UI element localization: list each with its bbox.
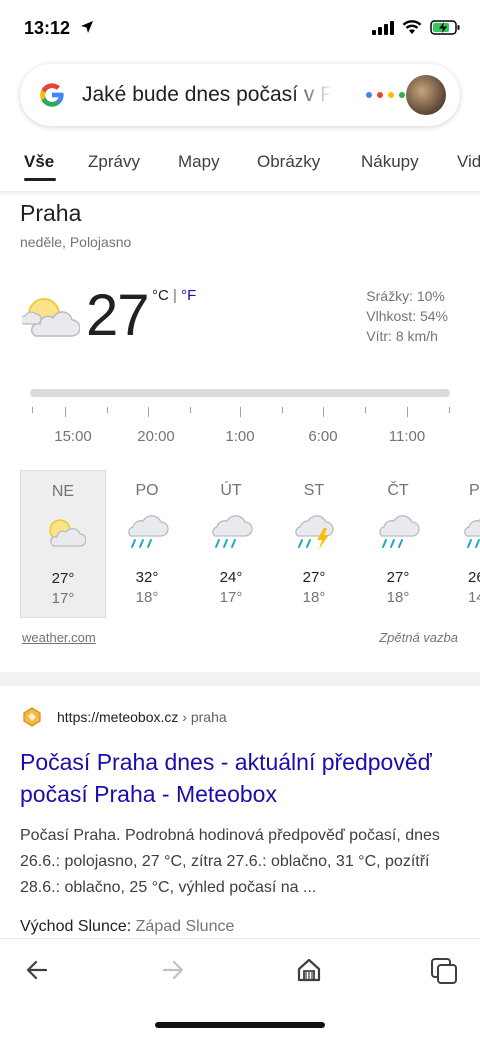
day-name: PÁ: [469, 482, 480, 499]
timeline-tick: [407, 407, 408, 417]
hour-label: 6:00: [308, 428, 338, 445]
thunderstorm-icon: [292, 514, 336, 555]
hour-label: 11:00: [388, 428, 426, 445]
tabs-divider: [0, 191, 480, 196]
battery-charging-icon: [430, 20, 460, 40]
rain-cloud-icon: [209, 514, 253, 555]
day-high: 32°: [135, 569, 159, 586]
location-arrow-icon: [80, 20, 94, 39]
day-low: 17°: [51, 590, 75, 607]
search-box[interactable]: Jaké bude dnes počasí v Praze: [20, 64, 460, 126]
day-high: 26°: [468, 569, 480, 586]
timeline-tick: [365, 407, 366, 413]
timeline-tick: [65, 407, 66, 417]
status-bar: 13:12: [0, 0, 480, 58]
status-icons: [372, 20, 460, 40]
day-name: ST: [303, 482, 325, 499]
result-title-link[interactable]: Počasí Praha dnes - aktuální předpověď p…: [20, 746, 460, 810]
unit-toggle: °C | °F: [152, 287, 196, 304]
result-breadcrumb: › praha: [178, 709, 227, 725]
day-low: 18°: [386, 589, 410, 606]
search-query[interactable]: Jaké bude dnes počasí v Praze: [82, 83, 332, 107]
timeline-tick: [323, 407, 324, 417]
hour-label: 1:00: [225, 428, 255, 445]
active-tab-indicator: [24, 178, 56, 181]
current-temperature: 27: [86, 283, 150, 348]
day-high: 27°: [386, 569, 410, 586]
meteobox-favicon-icon: [22, 707, 42, 732]
tab-news[interactable]: Zprávy: [88, 152, 140, 172]
google-logo-icon[interactable]: [38, 81, 66, 114]
hourly-scrollbar[interactable]: [30, 389, 450, 397]
hour-label: 15:00: [54, 428, 92, 445]
rain-cloud-icon: [461, 514, 480, 555]
section-separator: [0, 672, 480, 686]
assistant-dots-icon[interactable]: [366, 92, 405, 98]
timeline-tick: [148, 407, 149, 417]
rain-cloud-icon: [125, 514, 169, 555]
feedback-link[interactable]: Zpětná vazba: [379, 630, 458, 645]
hour-label: 20:00: [137, 428, 175, 445]
signal-icon: [372, 20, 394, 40]
search-tabs: Vše Zprávy Mapy Obrázky Nákupy Videa: [0, 150, 480, 190]
day-name: NE: [51, 483, 75, 500]
home-icon[interactable]: [296, 957, 322, 988]
unit-celsius[interactable]: °C: [152, 287, 169, 304]
humidity: Vlhkost: 54%: [366, 308, 448, 324]
day-low: 14°: [468, 589, 480, 606]
partly-cloudy-icon: [19, 294, 81, 343]
weather-condition: neděle, Polojasno: [20, 234, 132, 250]
profile-avatar[interactable]: [406, 75, 446, 115]
tab-maps[interactable]: Mapy: [178, 152, 220, 172]
timeline-tick: [240, 407, 241, 417]
timeline-tick: [449, 407, 450, 413]
tab-shopping[interactable]: Nákupy: [361, 152, 419, 172]
tab-images[interactable]: Obrázky: [257, 152, 320, 172]
timeline-tick: [282, 407, 283, 413]
wind: Vítr: 8 km/h: [366, 328, 438, 344]
weather-details: Srážky: 10% Vlhkost: 54% Vítr: 8 km/h: [366, 286, 448, 346]
weather-city: Praha: [20, 200, 82, 226]
wifi-icon: [402, 20, 422, 40]
day-name: ČT: [387, 482, 409, 499]
day-low: 18°: [135, 589, 159, 606]
forecast-day-thursday[interactable]: ČT 27° 18°: [355, 470, 441, 618]
day-name: PO: [135, 482, 159, 499]
forecast-day-tuesday[interactable]: ÚT 24° 17°: [188, 470, 274, 618]
unit-fahrenheit[interactable]: °F: [181, 287, 196, 304]
forecast-day-monday[interactable]: PO 32° 18°: [104, 470, 190, 618]
forecast-day-friday[interactable]: PÁ 26° 14°: [438, 470, 480, 618]
status-time: 13:12: [24, 18, 71, 38]
day-low: 18°: [302, 589, 326, 606]
precipitation: Srážky: 10%: [366, 288, 445, 304]
unit-separator: |: [173, 287, 177, 304]
day-high: 27°: [302, 569, 326, 586]
result-url[interactable]: https://meteobox.cz › praha: [57, 709, 227, 725]
weather-source-link[interactable]: weather.com: [22, 630, 96, 645]
timeline-tick: [32, 407, 33, 413]
tab-videos[interactable]: Videa: [457, 152, 480, 172]
sunrise-label: Východ Slunce:: [20, 918, 132, 935]
result-domain: https://meteobox.cz: [57, 709, 179, 725]
day-low: 17°: [219, 589, 243, 606]
back-arrow-icon[interactable]: [24, 957, 50, 988]
forecast-day-wednesday[interactable]: ST 27° 18°: [271, 470, 357, 618]
forecast-day-sunday[interactable]: NE 27° 17°: [20, 470, 106, 618]
tabs-icon[interactable]: [430, 957, 458, 990]
result-snippet: Počasí Praha. Podrobná hodinová předpově…: [20, 827, 440, 896]
sunset-label: Západ Slunce: [135, 918, 235, 935]
home-indicator: [155, 1022, 325, 1028]
tab-all[interactable]: Vše: [24, 152, 54, 172]
result-extra: Východ Slunce: Západ Slunce: [20, 918, 234, 936]
partly-cloudy-icon: [42, 515, 87, 554]
rain-cloud-icon: [376, 514, 420, 555]
day-high: 24°: [219, 569, 243, 586]
day-high: 27°: [51, 570, 75, 587]
timeline-tick: [107, 407, 108, 413]
forward-arrow-icon[interactable]: [160, 957, 186, 988]
day-name: ÚT: [220, 482, 242, 499]
timeline-tick: [190, 407, 191, 413]
